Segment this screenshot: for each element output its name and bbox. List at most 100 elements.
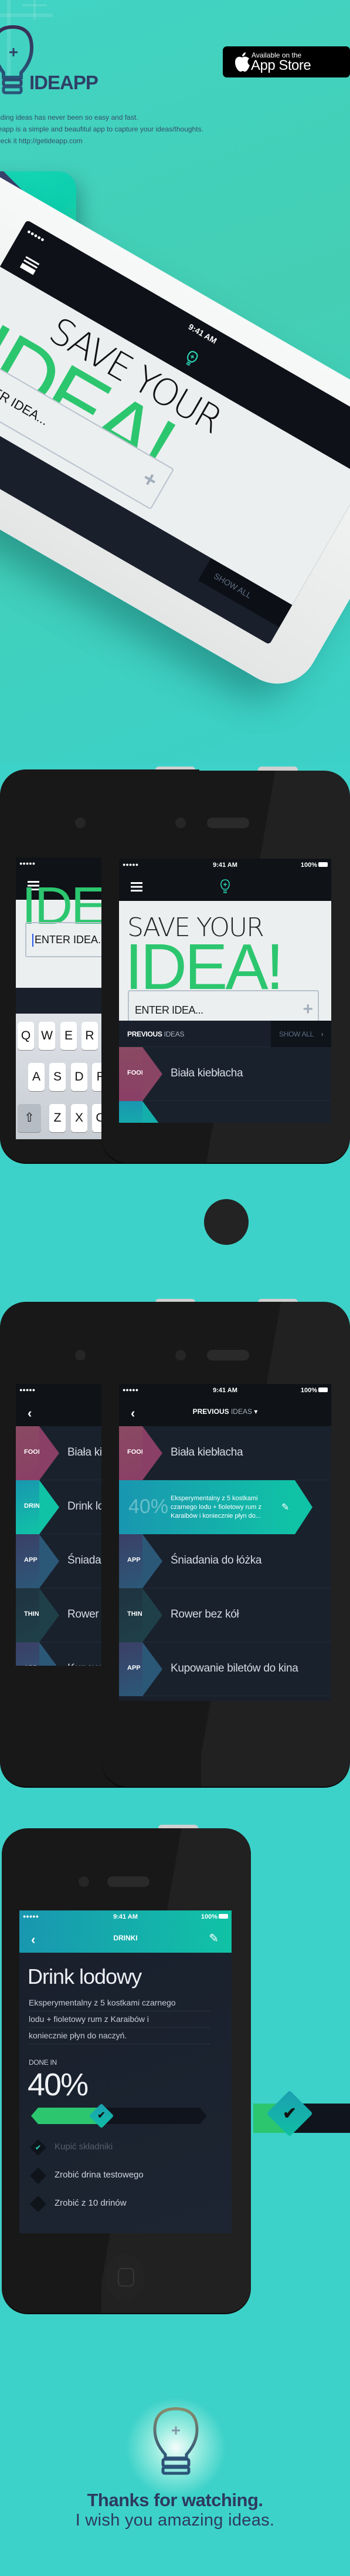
done-value: 40%	[28, 2067, 89, 2102]
idea-row[interactable]: APP Kupowanie biletów do kina	[119, 1642, 331, 1696]
check-icon	[32, 2170, 44, 2182]
lightbulb-icon[interactable]	[182, 348, 201, 369]
category-tag: THING	[16, 1588, 59, 1642]
checkbox[interactable]	[29, 2167, 47, 2185]
show-all-button[interactable]: SHOW ALL ›	[271, 1021, 331, 1047]
detail-screen: ●●●●● 9:41 AM 100% ‹ DRINKI ✎ Drink lodo…	[19, 1910, 232, 2233]
detail-category-title: DRINKI	[113, 1934, 138, 1942]
idea-input-placeholder: ENTER IDEA...	[135, 1004, 203, 1016]
signal-icon: ●●●●●	[19, 860, 36, 866]
speaker	[107, 1876, 149, 1887]
signal-icon: ●●●●●	[25, 228, 46, 244]
key[interactable]: Q	[18, 1022, 34, 1050]
status-bar: ●●●●● 9:41 AM 100%	[119, 1384, 331, 1397]
previous-ideas-label: PREVIOUS IDEAS	[127, 1030, 185, 1038]
tilted-phone-wrap: ●●●●● 9:41 AM SAVE YOUR IDEA! ENTER IDEA…	[0, 0, 350, 763]
battery-percent: 100%	[201, 1913, 218, 1920]
text-cursor	[32, 934, 33, 947]
battery-percent: 100%	[300, 862, 317, 869]
tilted-phone-screen: ●●●●● 9:41 AM SAVE YOUR IDEA! ENTER IDEA…	[0, 220, 350, 645]
checkbox[interactable]: ✔	[29, 2139, 47, 2156]
lightbulb-plus-icon	[153, 2407, 199, 2475]
checkbox[interactable]	[29, 2195, 47, 2213]
front-camera	[75, 818, 86, 828]
idea-description: Eksperymentalny z 5 kostkami czarnego lo…	[29, 1995, 210, 2044]
idea-title: Biała kiebłacha	[171, 1446, 243, 1459]
tilted-phone: ●●●●● 9:41 AM SAVE YOUR IDEA! ENTER IDEA…	[0, 147, 350, 699]
front-camera	[75, 1350, 86, 1360]
front-camera	[79, 1876, 89, 1887]
idea-row[interactable]: FOOD Biała kiebłacha	[119, 1047, 331, 1101]
category-tag	[119, 1101, 162, 1123]
back-icon[interactable]: ‹	[28, 1406, 32, 1421]
swipe-percent: 40%	[128, 1495, 169, 1518]
zoomed-slider-knob: ✔	[266, 2090, 313, 2137]
pencil-icon[interactable]: ✎	[209, 1931, 219, 1946]
battery-percent: 100%	[300, 1387, 317, 1394]
check-icon: ✔	[35, 2143, 42, 2152]
idea-row[interactable]: FOOD Biała kiebłacha	[119, 1426, 331, 1480]
key[interactable]: A	[28, 1063, 45, 1091]
slider-knob[interactable]: ✔	[89, 2103, 114, 2129]
status-time: 9:41 AM	[213, 1387, 237, 1394]
home-button[interactable]	[105, 2254, 145, 2300]
front-phone-home: ●●●●● 9:41 AM 100% SAVE YOUR IDEA! ENTER…	[101, 771, 350, 1163]
todo-text: Kupić składniki	[55, 2142, 113, 2152]
progress-slider[interactable]	[31, 2108, 207, 2124]
idea-row[interactable]: THING Rower bez kół	[119, 1588, 331, 1642]
add-idea-button[interactable]: +	[303, 1000, 313, 1019]
previous-ideas-header: PREVIOUS IDEAS SHOW ALL ›	[119, 1021, 331, 1047]
front-camera	[175, 818, 186, 828]
idea-input-placeholder: ENTER IDEA...	[35, 934, 107, 946]
battery-icon	[318, 862, 328, 867]
home-button[interactable]	[204, 1199, 249, 1245]
swiped-idea-row[interactable]: 40% Eksperymentalny z 5 kostkami czarnego…	[119, 1480, 331, 1534]
lightbulb-icon[interactable]	[219, 879, 231, 894]
key[interactable]: E	[60, 1022, 77, 1050]
nav-bar: ‹ DRINKI ✎	[19, 1923, 232, 1953]
key[interactable]: W	[39, 1022, 55, 1050]
key[interactable]: X	[71, 1104, 87, 1132]
pencil-icon[interactable]: ✎	[281, 1501, 289, 1513]
swipe-progress-bar[interactable]: 40% Eksperymentalny z 5 kostkami czarnego…	[119, 1480, 312, 1534]
category-tag: DRINKI	[16, 1480, 59, 1534]
add-idea-button[interactable]: +	[138, 466, 161, 494]
front-camera	[175, 1350, 186, 1360]
key[interactable]: Z	[49, 1104, 66, 1132]
idea-row[interactable]: APP Śniadania do łóżka	[119, 1534, 331, 1588]
menu-icon[interactable]	[19, 256, 40, 275]
swipe-description: Eksperymentalny z 5 kostkami czarnego lo…	[171, 1495, 261, 1520]
home-screen: ●●●●● 9:41 AM 100% SAVE YOUR IDEA! ENTER…	[119, 859, 331, 1123]
key[interactable]: S	[49, 1063, 66, 1091]
category-tag: THING	[119, 1588, 162, 1642]
battery-icon	[219, 1914, 228, 1919]
category-tag: APP	[16, 1642, 59, 1666]
shift-key[interactable]: ⇧	[18, 1104, 41, 1132]
battery-icon	[318, 1387, 328, 1392]
thanks-subheading: I wish you amazing ideas.	[75, 2511, 275, 2530]
idea-row[interactable]	[119, 1101, 331, 1123]
menu-icon[interactable]	[131, 882, 142, 892]
todo-text: Zrobić z 10 drinów	[55, 2198, 127, 2208]
category-tag: APP	[16, 1534, 59, 1588]
idea-title: Śniadania do łóżka	[171, 1554, 262, 1566]
category-tag: APP	[119, 1534, 162, 1588]
detail-phone: ●●●●● 9:41 AM 100% ‹ DRINKI ✎ Drink lodo…	[2, 1828, 251, 2313]
check-icon	[32, 2198, 44, 2210]
status-time: 9:41 AM	[213, 862, 237, 869]
list-title-dropdown[interactable]: PREVIOUS IDEAS ▾	[119, 1407, 331, 1416]
idea-title: Rower bez kół	[171, 1608, 239, 1620]
status-bar: ●●●●● 9:41 AM 100%	[19, 1910, 232, 1923]
speaker	[207, 818, 249, 828]
idea-title: Biała kiebłacha	[171, 1067, 243, 1079]
status-time: 9:41 AM	[113, 1913, 138, 1920]
nav-bar	[119, 872, 331, 901]
dropdown-icon: ▾	[254, 1407, 258, 1416]
thanks-heading: Thanks for watching.	[87, 2490, 263, 2510]
category-tag: FOOD	[119, 1426, 162, 1480]
key[interactable]: D	[71, 1063, 87, 1091]
idea-title: Drink lodowy	[28, 1964, 142, 1988]
todo-text: Zrobić drina testowego	[55, 2170, 144, 2180]
list-screen: ●●●●● 9:41 AM 100% ‹ PREVIOUS IDEAS ▾ FO…	[119, 1384, 331, 1701]
key[interactable]: R	[81, 1022, 98, 1050]
